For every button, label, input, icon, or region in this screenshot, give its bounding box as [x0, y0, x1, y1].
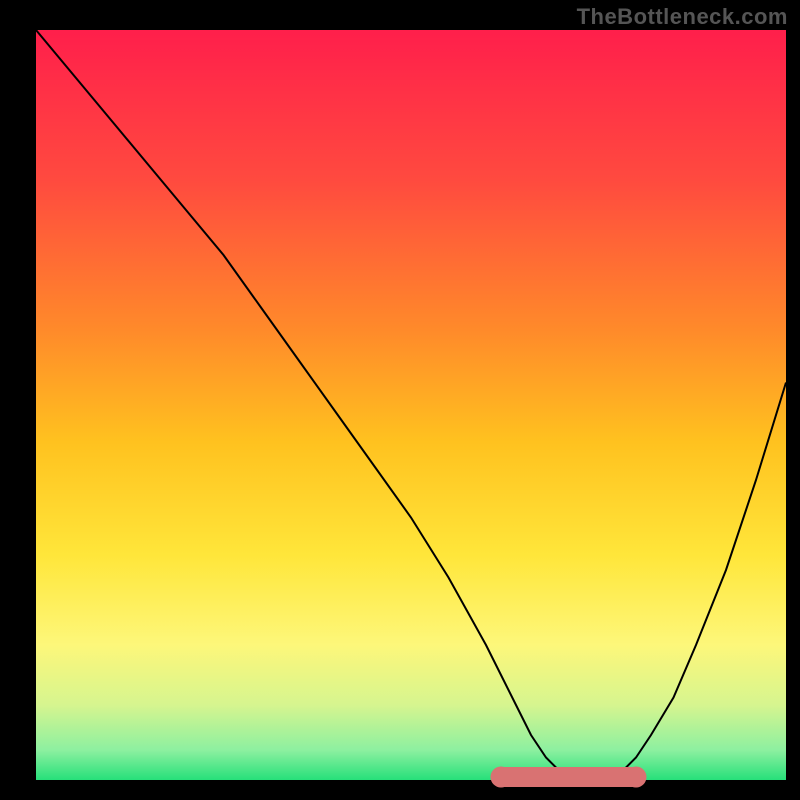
chart-frame: TheBottleneck.com [0, 0, 800, 800]
flat-zone-endcap-right [626, 767, 647, 788]
bottleneck-chart [0, 0, 800, 800]
flat-zone-endcap-left [491, 767, 512, 788]
attribution-label: TheBottleneck.com [577, 4, 788, 30]
gradient-background [36, 30, 786, 780]
